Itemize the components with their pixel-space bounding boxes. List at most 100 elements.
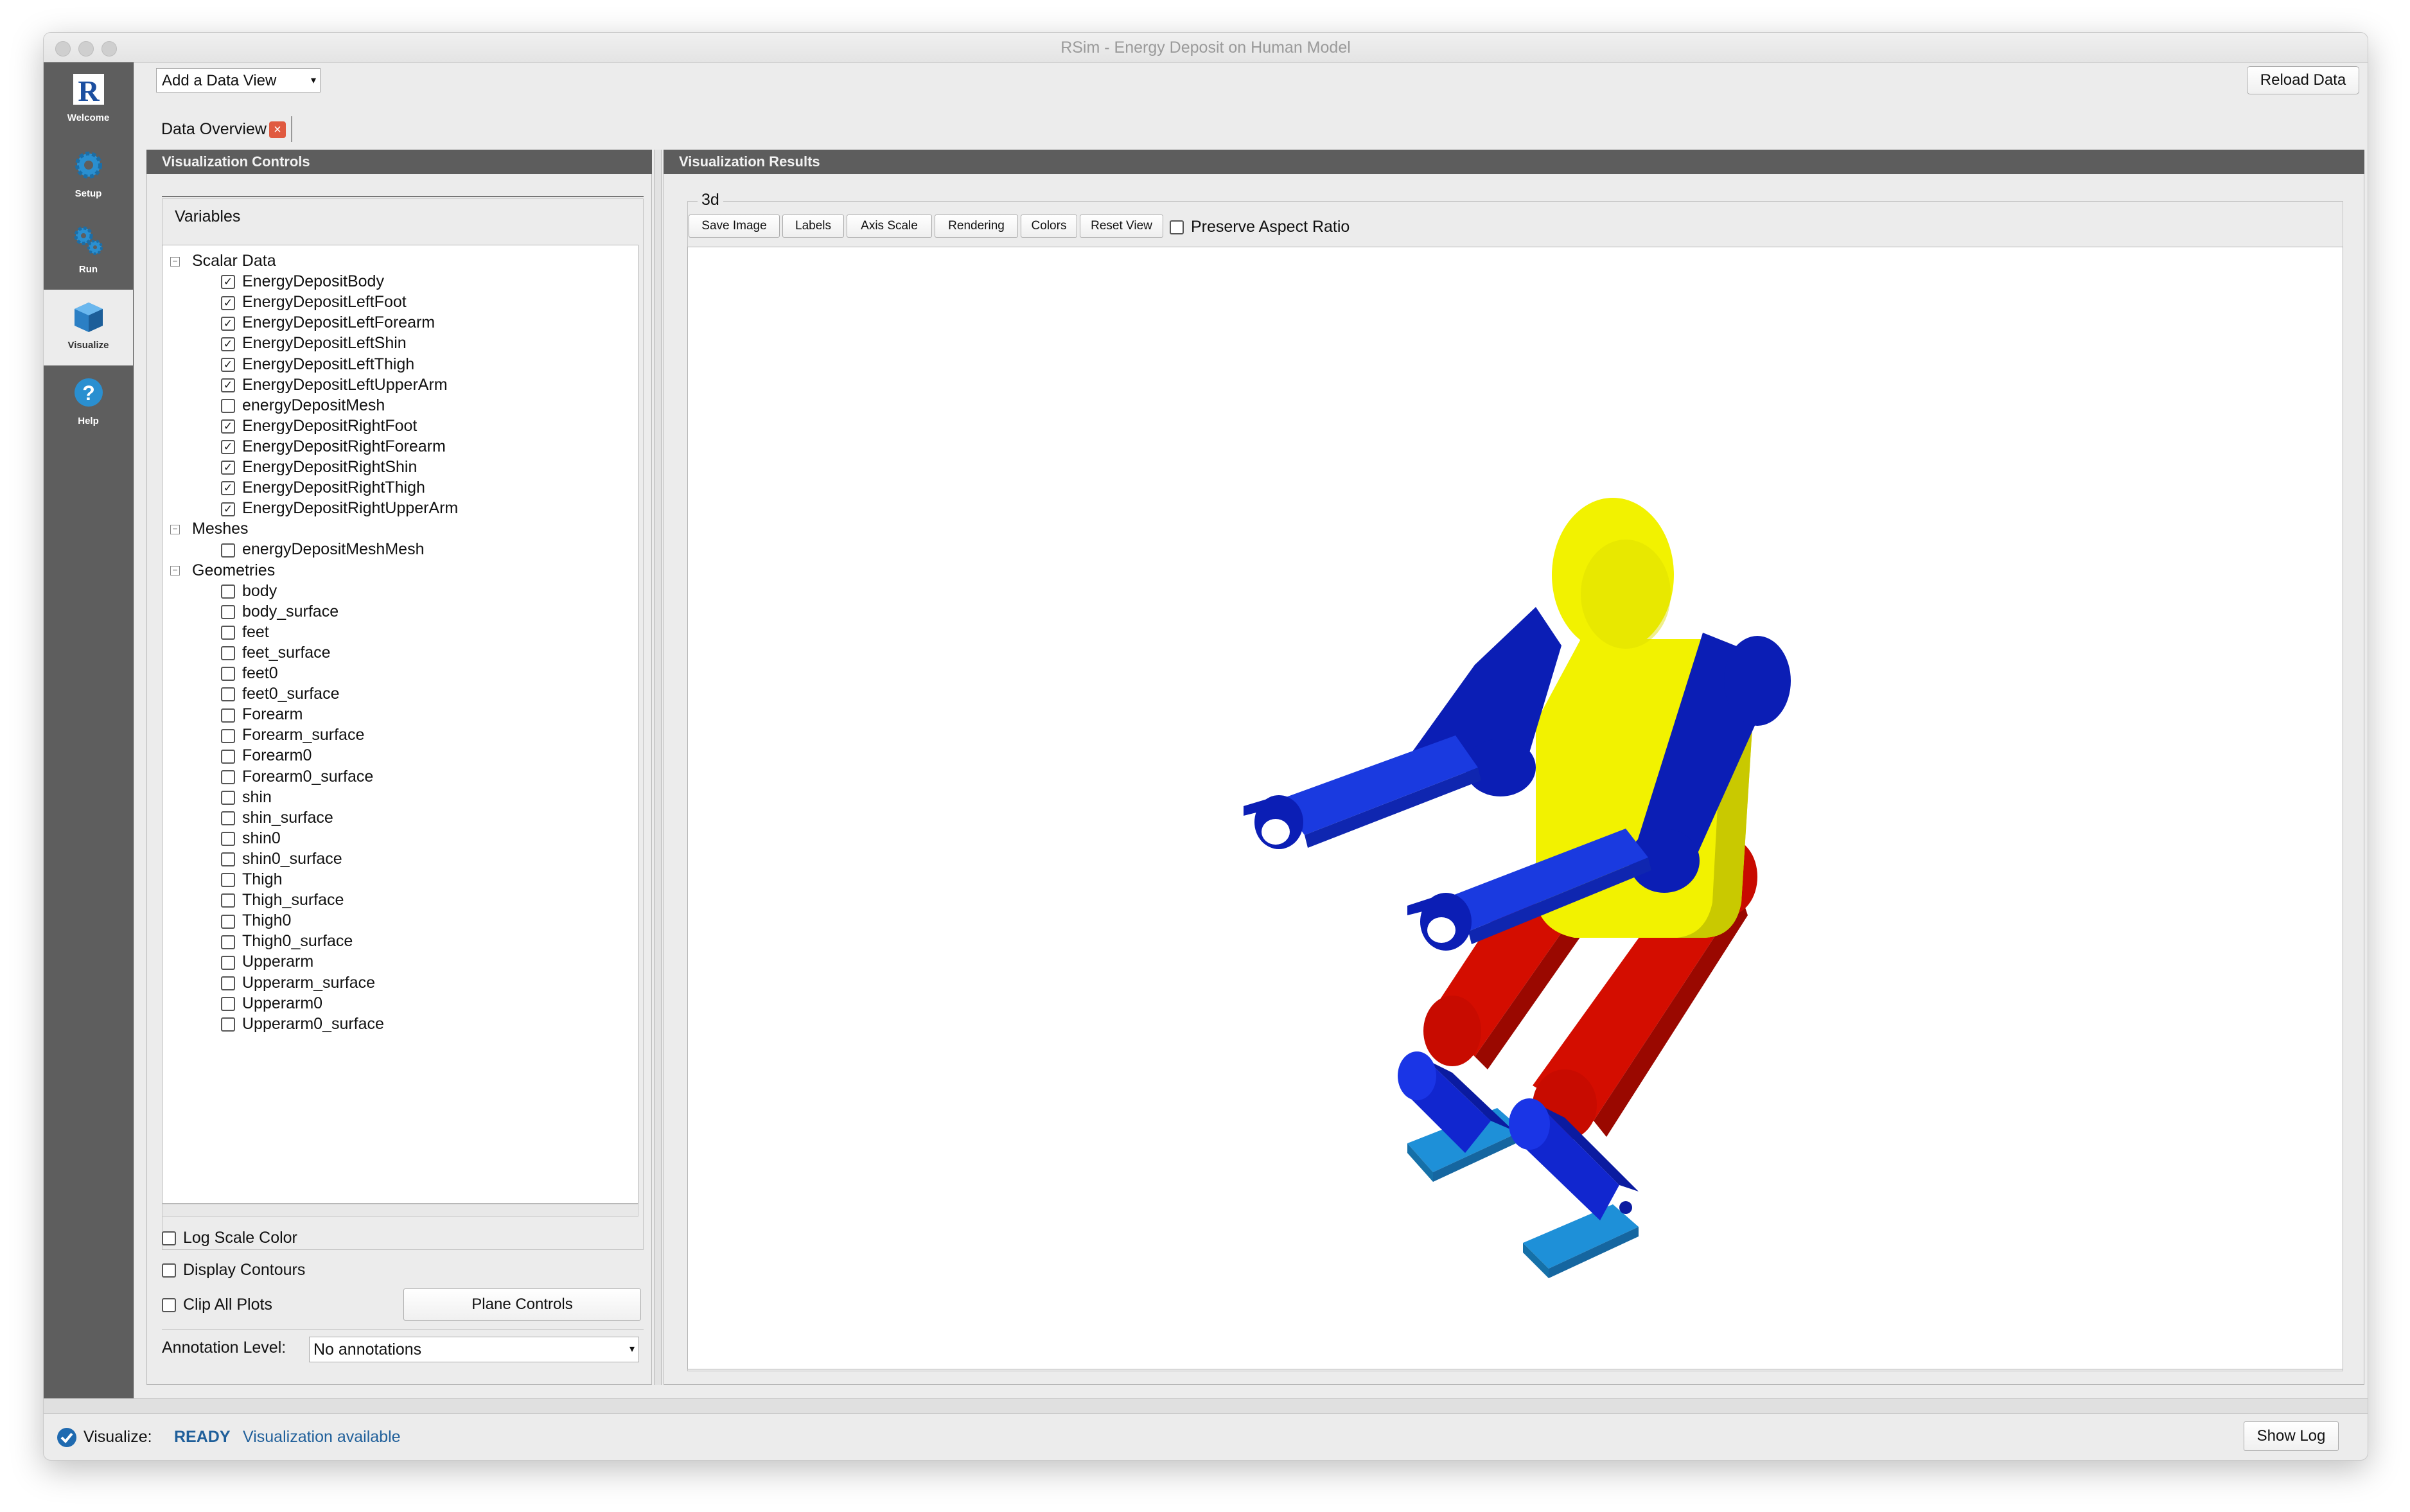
clip-all-plots-option[interactable]: Clip All Plots xyxy=(162,1294,272,1315)
variable-checkbox[interactable] xyxy=(221,605,235,620)
tree-item[interactable]: body_surface xyxy=(221,601,339,622)
tree-item[interactable]: Forearm0 xyxy=(221,745,312,766)
variable-checkbox[interactable] xyxy=(221,1017,235,1032)
variable-checkbox[interactable] xyxy=(221,852,235,867)
reset-view-button[interactable]: Reset View xyxy=(1080,215,1163,238)
tree-item[interactable]: ✓ EnergyDepositLeftForearm xyxy=(221,312,435,333)
variable-checkbox[interactable]: ✓ xyxy=(221,502,235,516)
tree-item[interactable]: Upperarm xyxy=(221,951,313,972)
tree-group-meshes[interactable]: − Meshes xyxy=(170,518,249,539)
variable-checkbox[interactable]: ✓ xyxy=(221,419,235,434)
add-data-view-select[interactable]: Add a Data View ▾ xyxy=(156,68,321,92)
tree-item[interactable]: Thigh0_surface xyxy=(221,931,353,951)
tree-item[interactable]: feet0 xyxy=(221,663,278,683)
variable-checkbox[interactable]: ✓ xyxy=(221,378,235,392)
tree-group-geometries[interactable]: − Geometries xyxy=(170,560,275,581)
tree-item[interactable]: feet xyxy=(221,622,269,642)
variable-checkbox[interactable] xyxy=(221,955,235,970)
variable-checkbox[interactable] xyxy=(221,728,235,743)
tree-item[interactable]: ✓ EnergyDepositLeftThigh xyxy=(221,354,414,374)
tree-item[interactable]: Upperarm_surface xyxy=(221,972,375,993)
variable-checkbox[interactable] xyxy=(221,914,235,929)
tree-item[interactable]: shin0_surface xyxy=(221,848,342,869)
variable-checkbox[interactable] xyxy=(221,976,235,990)
tree-item[interactable]: ✓ EnergyDepositRightFoot xyxy=(221,416,417,436)
colors-button[interactable]: Colors xyxy=(1021,215,1077,238)
variable-checkbox[interactable]: ✓ xyxy=(221,440,235,455)
variable-checkbox[interactable] xyxy=(221,749,235,764)
plane-controls-button[interactable]: Plane Controls xyxy=(403,1288,641,1321)
tree-item[interactable]: ✓ EnergyDepositRightShin xyxy=(221,457,417,477)
human-model-render[interactable] xyxy=(688,247,2343,1369)
reload-data-button[interactable]: Reload Data xyxy=(2247,66,2359,94)
collapse-icon[interactable]: − xyxy=(170,565,180,576)
variable-checkbox[interactable] xyxy=(221,584,235,599)
tree-item[interactable]: Thigh_surface xyxy=(221,890,344,910)
tree-item[interactable]: body xyxy=(221,581,277,601)
variable-checkbox[interactable] xyxy=(221,893,235,908)
variable-checkbox[interactable] xyxy=(221,873,235,888)
variable-checkbox[interactable] xyxy=(221,996,235,1011)
rendering-button[interactable]: Rendering xyxy=(935,215,1018,238)
close-tab-icon[interactable]: × xyxy=(268,121,286,139)
tree-item[interactable]: ✓ EnergyDepositLeftFoot xyxy=(221,292,407,312)
clip-all-plots-checkbox[interactable] xyxy=(162,1298,176,1313)
tree-item[interactable]: Upperarm0_surface xyxy=(221,1014,384,1034)
variable-checkbox[interactable] xyxy=(221,626,235,640)
tree-item[interactable]: ✓ EnergyDepositRightThigh xyxy=(221,477,425,498)
tree-item[interactable]: ✓ EnergyDepositBody xyxy=(221,271,384,292)
panel-splitter[interactable] xyxy=(654,150,662,1385)
axis-scale-button[interactable]: Axis Scale xyxy=(847,215,932,238)
log-scale-color-option[interactable]: Log Scale Color xyxy=(162,1227,297,1248)
variable-checkbox[interactable] xyxy=(221,667,235,681)
show-log-button[interactable]: Show Log xyxy=(2244,1421,2339,1451)
tree-item[interactable]: ✓ EnergyDepositLeftShin xyxy=(221,333,407,353)
tree-item[interactable]: Thigh0 xyxy=(221,910,291,931)
sidebar-item-welcome[interactable]: R Welcome xyxy=(44,62,133,138)
variable-checkbox[interactable] xyxy=(221,935,235,949)
variable-checkbox[interactable]: ✓ xyxy=(221,337,235,351)
save-image-button[interactable]: Save Image xyxy=(689,215,780,238)
tree-group-scalar-data[interactable]: − Scalar Data xyxy=(170,251,276,271)
tree-item[interactable]: shin_surface xyxy=(221,807,333,828)
sidebar-item-visualize[interactable]: Visualize xyxy=(44,290,133,365)
tree-item[interactable]: ✓ EnergyDepositLeftUpperArm xyxy=(221,374,448,395)
collapse-icon[interactable]: − xyxy=(170,256,180,267)
variable-checkbox[interactable]: ✓ xyxy=(221,357,235,372)
variable-checkbox[interactable] xyxy=(221,769,235,784)
preserve-aspect-ratio-checkbox[interactable] xyxy=(1170,220,1184,235)
sidebar-item-setup[interactable]: Setup xyxy=(44,138,133,214)
variable-checkbox[interactable] xyxy=(221,543,235,558)
tab-data-overview[interactable]: Data Overview × xyxy=(156,116,292,142)
tree-item[interactable]: Thigh xyxy=(221,869,283,890)
render-viewport[interactable] xyxy=(687,247,2343,1369)
tree-item[interactable]: Forearm xyxy=(221,704,303,725)
collapse-icon[interactable]: − xyxy=(170,524,180,535)
variable-checkbox[interactable]: ✓ xyxy=(221,481,235,496)
preserve-aspect-ratio-option[interactable]: Preserve Aspect Ratio xyxy=(1170,216,1350,237)
tree-item[interactable]: Forearm0_surface xyxy=(221,766,373,787)
variable-checkbox[interactable] xyxy=(221,790,235,805)
display-contours-checkbox[interactable] xyxy=(162,1263,176,1278)
variable-checkbox[interactable]: ✓ xyxy=(221,316,235,331)
sidebar-item-run[interactable]: Run xyxy=(44,214,133,290)
tree-item[interactable]: feet0_surface xyxy=(221,683,340,704)
tree-item[interactable]: ✓ EnergyDepositRightForearm xyxy=(221,436,446,457)
variable-checkbox[interactable]: ✓ xyxy=(221,461,235,475)
tree-scrollbar[interactable] xyxy=(162,1204,638,1217)
tree-item[interactable]: ✓ EnergyDepositRightUpperArm xyxy=(221,498,458,518)
variable-checkbox[interactable]: ✓ xyxy=(221,275,235,290)
sidebar-item-help[interactable]: ? Help xyxy=(44,365,133,441)
variable-checkbox[interactable] xyxy=(221,646,235,661)
variable-checkbox[interactable] xyxy=(221,399,235,414)
variable-checkbox[interactable] xyxy=(221,811,235,826)
variable-checkbox[interactable]: ✓ xyxy=(221,295,235,310)
variable-checkbox[interactable] xyxy=(221,687,235,702)
tree-item[interactable]: energyDepositMesh xyxy=(221,395,385,416)
tree-item[interactable]: shin xyxy=(221,787,272,807)
tree-item[interactable]: energyDepositMeshMesh xyxy=(221,539,424,559)
annotation-level-select[interactable]: No annotations ▾ xyxy=(309,1337,639,1362)
tree-item[interactable]: feet_surface xyxy=(221,642,331,663)
variable-checkbox[interactable] xyxy=(221,708,235,723)
tree-item[interactable]: Upperarm0 xyxy=(221,993,322,1014)
